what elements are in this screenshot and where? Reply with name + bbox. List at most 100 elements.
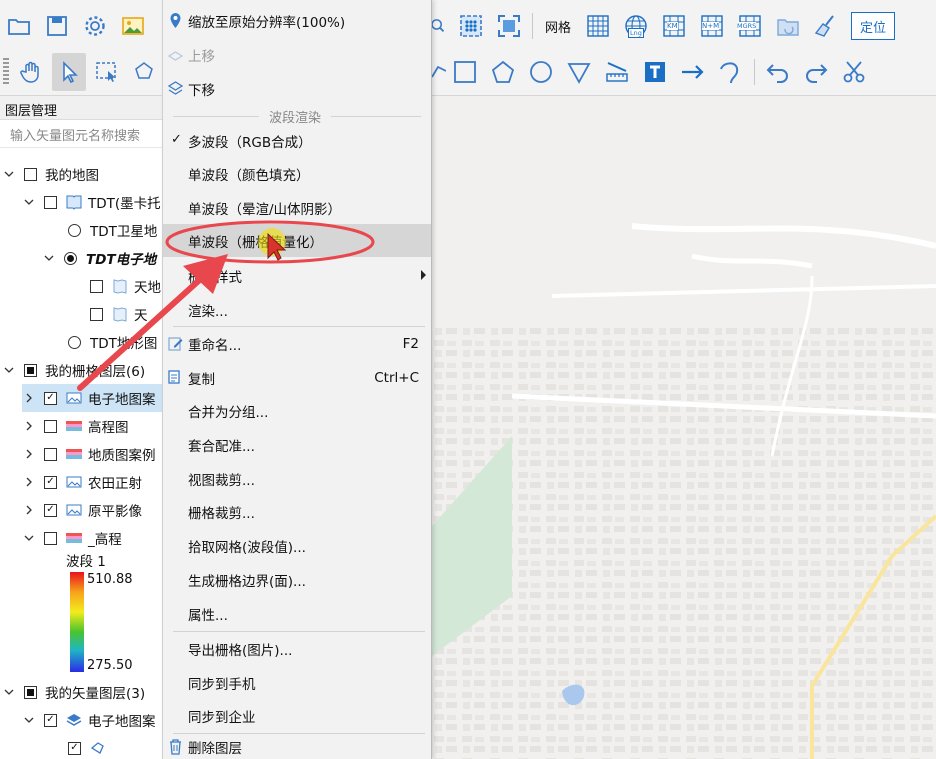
pan-tool-button[interactable] bbox=[14, 53, 48, 91]
poly-select-button[interactable] bbox=[128, 53, 162, 91]
tree-node-vector-0[interactable]: ✓ 电子地图案 bbox=[22, 706, 156, 734]
checkbox-raster-1[interactable] bbox=[44, 419, 57, 433]
draw-circle-button[interactable] bbox=[524, 53, 558, 91]
menu-sync-phone[interactable]: 同步到手机 bbox=[163, 666, 431, 699]
save-button[interactable] bbox=[40, 7, 74, 45]
menu-single-hillshade[interactable]: 单波段（晕渲/山体阴影） bbox=[163, 191, 431, 224]
menu-view-clip[interactable]: 视图裁剪... bbox=[163, 462, 431, 495]
search-button[interactable] bbox=[432, 7, 452, 45]
chevron-down-icon[interactable] bbox=[2, 685, 16, 699]
tree-node-raster-group[interactable]: 我的栅格图层(6) bbox=[2, 356, 145, 384]
tree-node-tian1[interactable]: 天地 bbox=[90, 272, 161, 300]
zoom-extent-button[interactable] bbox=[492, 7, 526, 45]
checkbox-tian1[interactable] bbox=[90, 279, 103, 293]
radio-tdt-satellite[interactable] bbox=[68, 223, 81, 237]
menu-grid-style[interactable]: 栅格样式 bbox=[163, 259, 431, 292]
curve-tool-button[interactable] bbox=[714, 53, 748, 91]
checkbox-raster-5[interactable] bbox=[44, 531, 57, 545]
chevron-down-icon[interactable] bbox=[2, 363, 16, 377]
checkbox-my-map[interactable] bbox=[24, 167, 37, 181]
tree-node-vector-group[interactable]: 我的矢量图层(3) bbox=[2, 678, 145, 706]
mgrs-grid-button[interactable]: MGRS bbox=[733, 7, 767, 45]
draw-polygon-button[interactable] bbox=[486, 53, 520, 91]
tree-node-tdt-electronic[interactable]: TDT电子地 bbox=[42, 244, 156, 272]
menu-export-grid[interactable]: 导出栅格(图片)... bbox=[163, 632, 431, 665]
menu-gen-boundary[interactable]: 生成栅格边界(面)... bbox=[163, 563, 431, 596]
menu-grid-clip[interactable]: 栅格裁剪... bbox=[163, 495, 431, 528]
locate-button[interactable]: 定位 bbox=[851, 12, 896, 40]
checkbox-raster-group[interactable] bbox=[24, 363, 37, 377]
tree-node-vector-sub[interactable]: ✓ bbox=[68, 734, 112, 759]
checkbox-raster-0[interactable]: ✓ bbox=[44, 391, 57, 405]
cut-button[interactable] bbox=[837, 53, 871, 91]
chevron-right-icon[interactable] bbox=[22, 419, 36, 433]
menu-copy[interactable]: 复制 Ctrl+C bbox=[163, 361, 431, 394]
menu-delete-layer[interactable]: 删除图层 bbox=[163, 734, 431, 759]
clean-button[interactable] bbox=[809, 7, 843, 45]
menu-move-down[interactable]: 下移 bbox=[163, 72, 431, 105]
menu-move-up[interactable]: 上移 bbox=[163, 38, 431, 71]
menu-single-quantize[interactable]: 单波段（栅格值量化） bbox=[163, 224, 431, 257]
refresh-folder-button[interactable] bbox=[771, 7, 805, 45]
chevron-right-icon[interactable] bbox=[22, 447, 36, 461]
menu-render[interactable]: 渲染... bbox=[163, 293, 431, 326]
image-button[interactable] bbox=[116, 7, 150, 45]
menu-single-color[interactable]: 单波段（颜色填充） bbox=[163, 157, 431, 190]
draw-rect-button[interactable] bbox=[448, 53, 482, 91]
grid-label[interactable]: 网格 bbox=[537, 7, 579, 45]
checkbox-raster-4[interactable]: ✓ bbox=[44, 503, 57, 517]
tree-node-my-map[interactable]: 我的地图 bbox=[2, 160, 99, 188]
tree-node-raster-2[interactable]: 地质图案例 bbox=[22, 440, 156, 468]
menu-multi-band[interactable]: ✓ 多波段（RGB合成） bbox=[163, 124, 431, 157]
radio-tdt-electronic[interactable] bbox=[64, 251, 77, 265]
lng-grid-button[interactable]: Lng bbox=[619, 7, 653, 45]
menu-sync-enterprise[interactable]: 同步到企业 bbox=[163, 699, 431, 732]
checkbox-raster-2[interactable] bbox=[44, 447, 57, 461]
tree-node-tdt-terrain[interactable]: TDT地形图 bbox=[68, 328, 157, 356]
settings-button[interactable] bbox=[78, 7, 112, 45]
menu-rename[interactable]: 重命名... F2 bbox=[163, 327, 431, 360]
select-tool-button[interactable] bbox=[52, 53, 86, 91]
km-grid-button[interactable]: KM bbox=[657, 7, 691, 45]
undo-button[interactable] bbox=[761, 53, 795, 91]
tree-node-raster-5[interactable]: _高程 bbox=[22, 524, 122, 552]
checkbox-vector-sub[interactable]: ✓ bbox=[68, 741, 81, 755]
toolbar-grip[interactable] bbox=[3, 58, 9, 86]
menu-merge-group[interactable]: 合并为分组... bbox=[163, 394, 431, 427]
tree-node-tdt-satellite[interactable]: TDT卫星地 bbox=[68, 216, 157, 244]
menu-pick-grid[interactable]: 拾取网格(波段值)... bbox=[163, 529, 431, 562]
nm-grid-button[interactable]: N+M bbox=[695, 7, 729, 45]
chevron-right-icon[interactable] bbox=[22, 475, 36, 489]
menu-registration[interactable]: 套合配准... bbox=[163, 428, 431, 461]
layer-search-input[interactable]: 输入矢量图元名称搜索 bbox=[0, 120, 162, 148]
box-select-button[interactable] bbox=[90, 53, 124, 91]
chevron-right-icon[interactable] bbox=[22, 391, 36, 405]
checkbox-tian2[interactable] bbox=[90, 307, 103, 321]
redo-button[interactable] bbox=[799, 53, 833, 91]
tree-node-raster-3[interactable]: ✓ 农田正射 bbox=[22, 468, 142, 496]
tree-node-raster-4[interactable]: ✓ 原平影像 bbox=[22, 496, 142, 524]
chevron-down-icon[interactable] bbox=[22, 531, 36, 545]
tree-node-tdt[interactable]: TDT(墨卡托 bbox=[22, 188, 161, 216]
chevron-down-icon[interactable] bbox=[42, 251, 56, 265]
draw-sector-button[interactable] bbox=[562, 53, 596, 91]
radio-tdt-terrain[interactable] bbox=[68, 335, 81, 349]
chevron-down-icon[interactable] bbox=[22, 195, 36, 209]
measure-button[interactable] bbox=[600, 53, 634, 91]
draw-line-button[interactable] bbox=[432, 53, 446, 91]
text-tool-button[interactable] bbox=[638, 53, 672, 91]
map-canvas[interactable] bbox=[432, 96, 936, 759]
checkbox-vector-0[interactable]: ✓ bbox=[44, 713, 57, 727]
open-folder-button[interactable] bbox=[2, 7, 36, 45]
menu-zoom-native[interactable]: 缩放至原始分辨率(100%) bbox=[163, 4, 431, 37]
chevron-right-icon[interactable] bbox=[22, 503, 36, 517]
grid-button[interactable] bbox=[581, 7, 615, 45]
menu-properties[interactable]: 属性... bbox=[163, 597, 431, 630]
arrow-tool-button[interactable] bbox=[676, 53, 710, 91]
tree-node-raster-1[interactable]: 高程图 bbox=[22, 412, 129, 440]
checkbox-vector-group[interactable] bbox=[24, 685, 37, 699]
chevron-down-icon[interactable] bbox=[2, 167, 16, 181]
full-extent-button[interactable] bbox=[454, 7, 488, 45]
tree-node-tian2[interactable]: 天 bbox=[90, 300, 148, 328]
chevron-down-icon[interactable] bbox=[22, 713, 36, 727]
